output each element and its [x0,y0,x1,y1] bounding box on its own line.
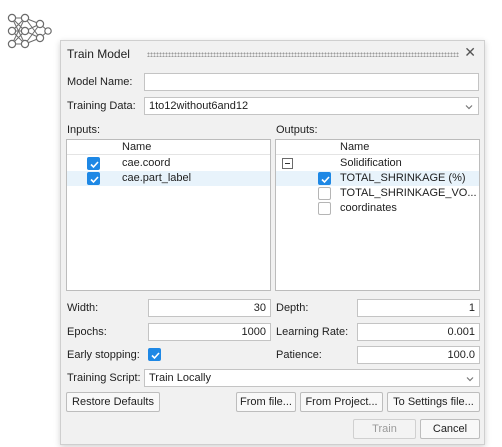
width-label: Width: [67,302,99,314]
training-script-value: Train Locally [149,372,211,384]
inputs-list[interactable]: Name cae.coord cae.part_label [66,139,271,291]
checkmark-icon [90,176,99,184]
outputs-list[interactable]: Name Solidification TOTAL_SHRINKAGE (%) … [275,139,480,291]
checkmark-icon [90,161,99,169]
tree-group[interactable]: Solidification [276,156,479,171]
input-checkbox[interactable] [87,172,100,185]
training-script-label: Training Script: [67,372,141,384]
from-project-button[interactable]: From Project... [300,392,383,412]
patience-label: Patience: [276,349,322,361]
input-checkbox[interactable] [87,157,100,170]
dialog-title: Train Model [67,47,130,61]
drag-grip[interactable] [147,52,459,57]
list-item[interactable]: cae.coord [67,156,270,171]
training-data-select[interactable]: 1to12without6and12 [144,97,479,115]
model-name-label: Model Name: [67,76,133,88]
checkmark-icon [321,176,330,184]
from-file-button[interactable]: From file... [236,392,296,412]
epochs-input[interactable]: 1000 [148,323,271,341]
output-checkbox[interactable] [318,187,331,200]
training-script-select[interactable]: Train Locally [144,369,480,387]
train-button[interactable]: Train [353,419,416,439]
outputs-column-header: Name [340,141,370,153]
output-name: coordinates [340,202,397,214]
list-item[interactable]: cae.part_label [67,171,270,186]
outputs-label: Outputs: [276,124,318,136]
input-name: cae.coord [122,157,171,169]
to-settings-file-button[interactable]: To Settings file... [387,392,480,412]
column-divider [67,154,270,155]
depth-input[interactable]: 1 [357,299,480,317]
checkmark-icon [151,352,160,360]
training-data-label: Training Data: [67,100,136,112]
chevron-down-icon [465,105,473,110]
epochs-label: Epochs: [67,326,107,338]
output-group-name: Solidification [340,157,402,169]
train-model-dialog: Train Model ✕ Model Name: Training Data:… [60,40,485,445]
inputs-label: Inputs: [67,124,101,136]
minus-icon[interactable] [282,158,293,169]
list-item[interactable]: TOTAL_SHRINKAGE (%) [276,171,479,186]
inputs-column-header: Name [122,141,152,153]
early-stopping-label: Early stopping: [67,349,140,361]
learning-rate-label: Learning Rate: [276,326,349,338]
depth-label: Depth: [276,302,309,314]
input-name: cae.part_label [122,172,192,184]
neural-network-icon [7,13,52,49]
early-stopping-checkbox[interactable] [148,348,161,361]
learning-rate-input[interactable]: 0.001 [357,323,480,341]
column-divider [276,154,479,155]
training-data-value: 1to12without6and12 [149,100,249,112]
list-item[interactable]: coordinates [276,201,479,216]
chevron-down-icon [466,377,474,382]
output-checkbox[interactable] [318,172,331,185]
list-item[interactable]: TOTAL_SHRINKAGE_VO... [276,186,479,201]
close-icon[interactable]: ✕ [464,45,476,59]
output-name: TOTAL_SHRINKAGE_VO... [340,187,477,199]
model-name-input[interactable] [144,73,479,91]
cancel-button[interactable]: Cancel [420,419,480,439]
dialog-titlebar[interactable]: Train Model ✕ [61,41,484,65]
width-input[interactable]: 30 [148,299,271,317]
restore-defaults-button[interactable]: Restore Defaults [66,392,160,412]
output-checkbox[interactable] [318,202,331,215]
patience-input[interactable]: 100.0 [357,346,480,364]
output-name: TOTAL_SHRINKAGE (%) [340,172,466,184]
